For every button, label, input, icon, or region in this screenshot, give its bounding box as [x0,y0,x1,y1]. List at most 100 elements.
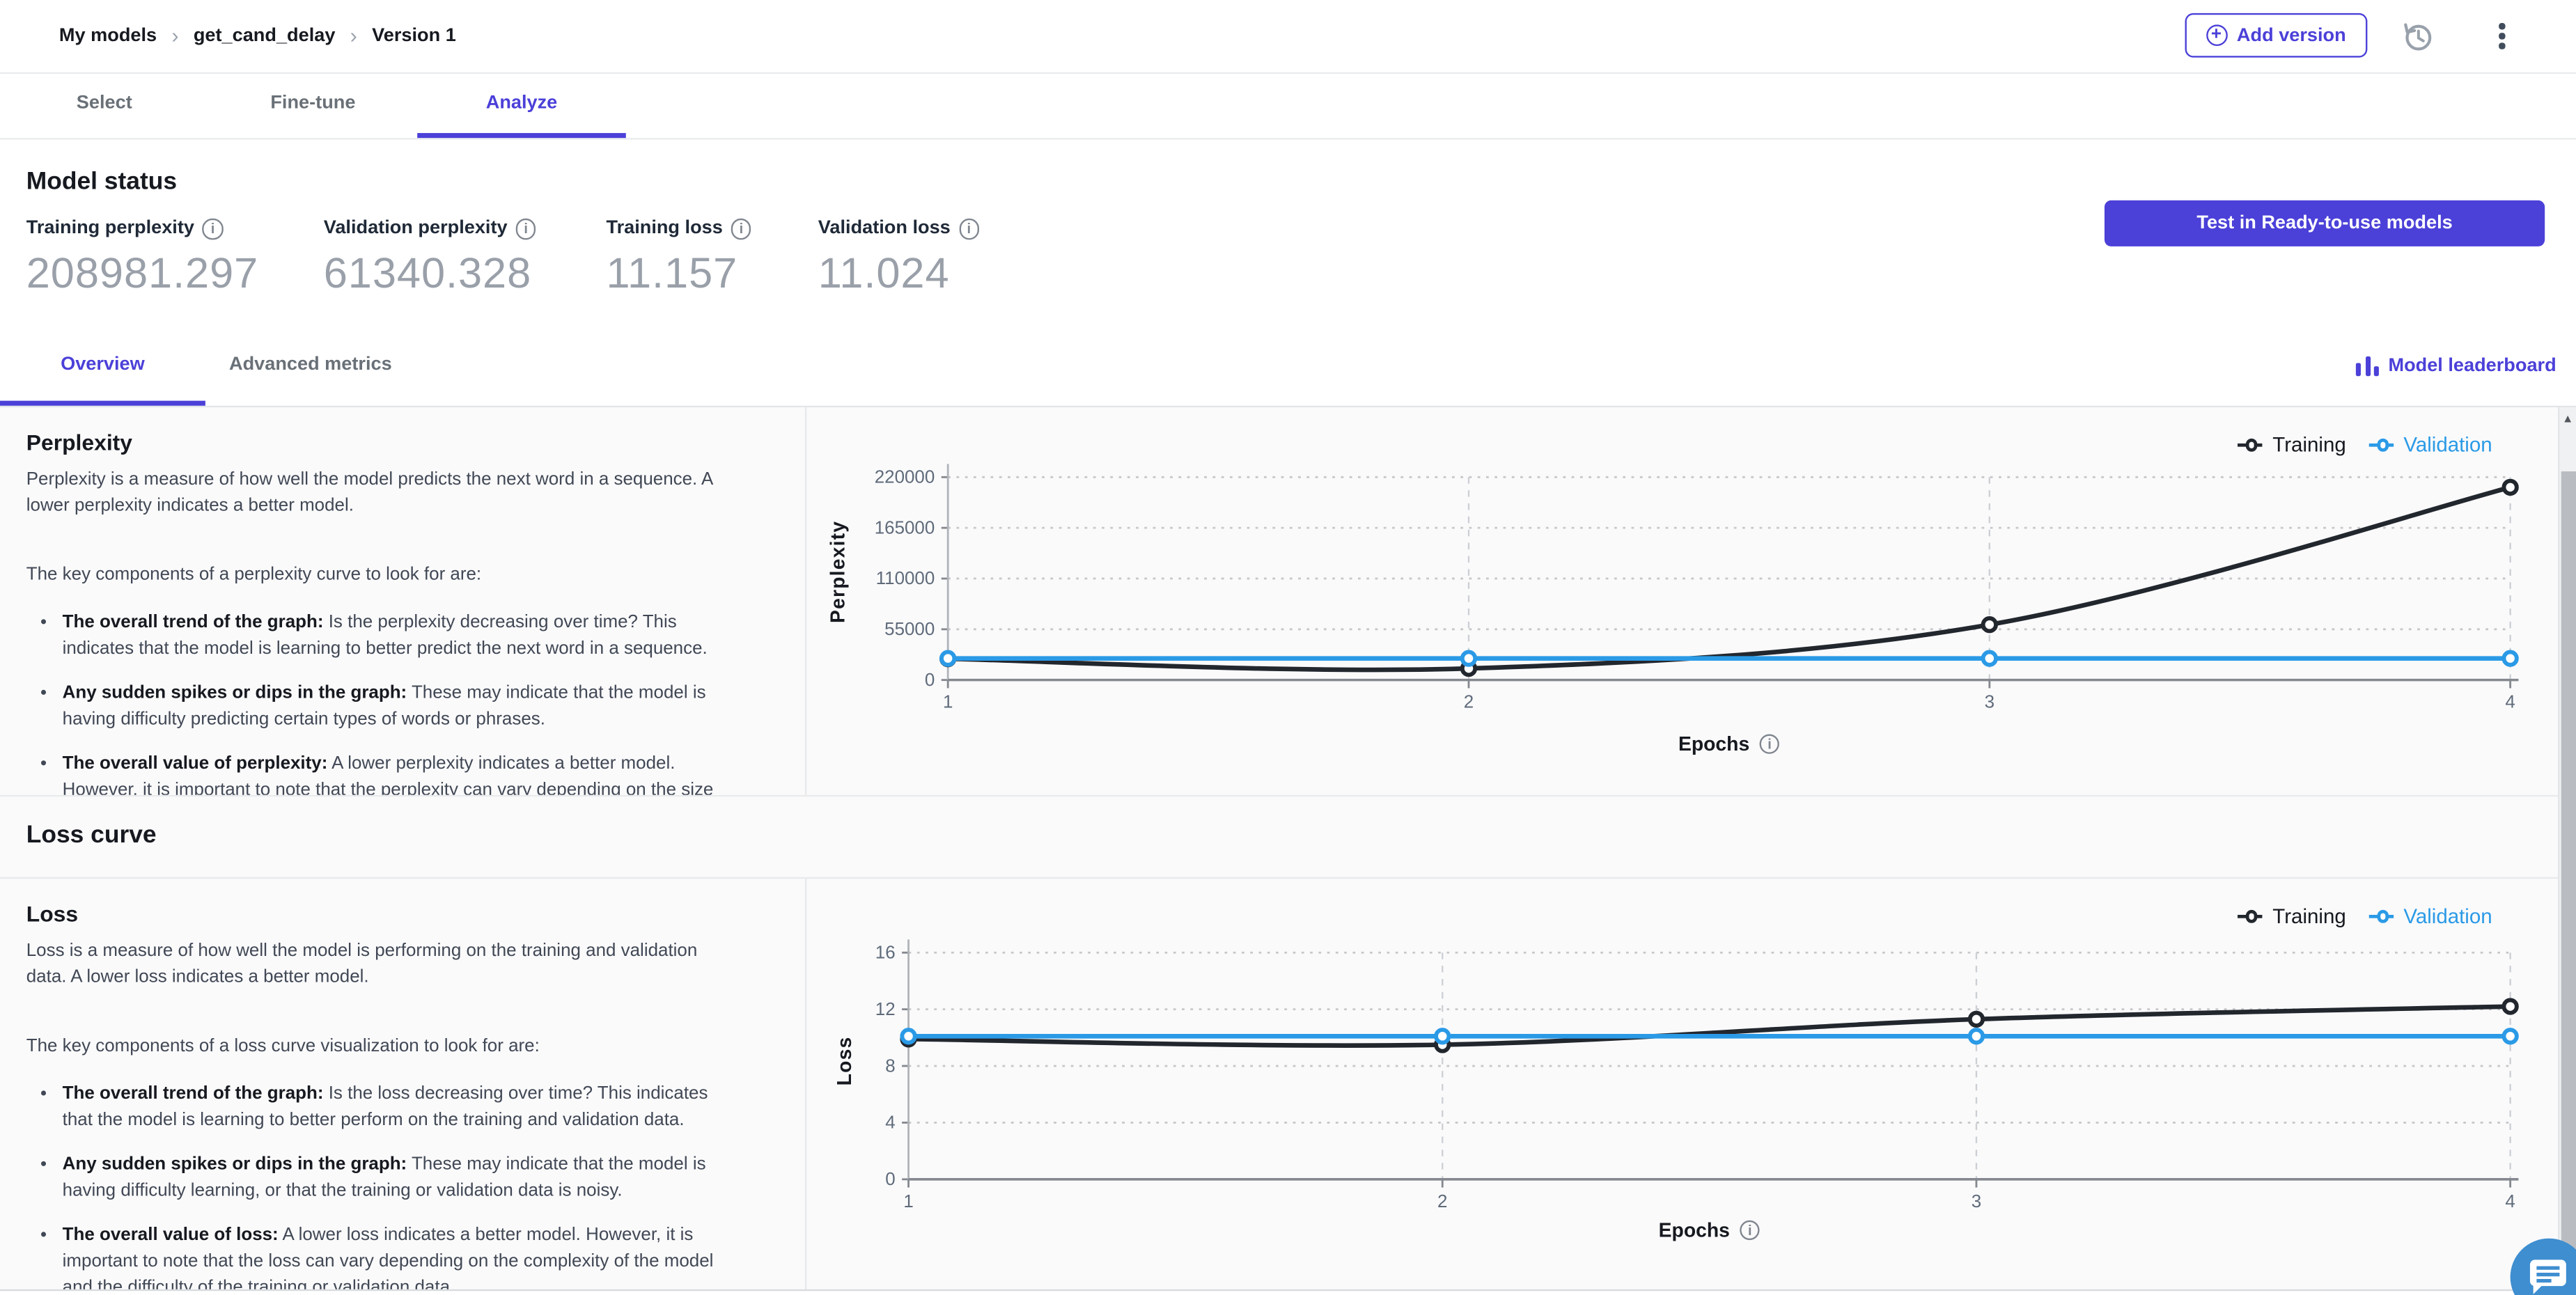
metric-validation-perplexity: Validation perplexity 61340.328 [323,218,536,298]
list-item: Any sudden spikes or dips in the graph: … [63,680,736,732]
model-leaderboard-label: Model leaderboard [2388,355,2557,376]
loss-intro: Loss is a measure of how well the model … [26,941,698,987]
x-axis-title: Epochs [948,732,2510,755]
info-icon[interactable] [731,218,752,240]
breadcrumb-model-name[interactable]: get_cand_delay [194,26,336,46]
metric-training-loss: Training loss 11.157 [606,218,752,298]
chart-legend: Training Validation [2238,905,2492,928]
svg-text:0: 0 [885,1170,895,1189]
sub-tab-bar: Overview Advanced metrics Model leaderbo… [0,328,2576,408]
line-marker-icon [2368,910,2394,922]
loss-keyline: The key components of a loss curve visua… [26,1036,540,1056]
svg-text:4: 4 [2505,1192,2515,1211]
loss-chart-pane: Training Validation 0 4 8 12 16 1 2 3 4 Loss Epo… [806,879,2558,1289]
breadcrumb-my-models[interactable]: My models [59,26,157,46]
svg-text:3: 3 [1985,693,1995,712]
svg-text:1: 1 [943,693,953,712]
perplexity-title: Perplexity [26,430,133,455]
chat-widget-button[interactable] [2510,1237,2576,1295]
bar-chart-icon [2356,355,2379,376]
legend-training[interactable]: Training [2238,434,2346,457]
breadcrumb-version: Version 1 [372,26,456,47]
svg-text:1: 1 [903,1192,913,1211]
line-marker-icon [2238,439,2263,450]
version-history-button[interactable] [2397,17,2437,56]
y-axis-title: Loss [833,1036,857,1086]
svg-text:0: 0 [925,670,935,690]
chart-legend: Training Validation [2238,434,2492,457]
legend-validation[interactable]: Validation [2368,434,2492,457]
metric-label: Training perplexity [26,219,194,239]
test-ready-to-use-button[interactable]: Test in Ready-to-use models [2104,200,2545,246]
info-icon[interactable] [1759,733,1780,755]
main-tab-bar: Select Fine-tune Analyze [0,74,2576,140]
model-leaderboard-link[interactable]: Model leaderboard [2356,329,2557,402]
plus-circle-icon: + [2206,24,2227,47]
metric-validation-loss: Validation loss 11.024 [818,218,980,298]
add-version-label: Add version [2236,25,2346,45]
page-bottom-divider [0,1289,2576,1292]
tab-analyze[interactable]: Analyze [417,74,626,139]
legend-training[interactable]: Training [2238,905,2346,928]
metric-value: 61340.328 [323,247,532,297]
scroll-up-icon[interactable]: ▲ [2559,409,2576,430]
loss-row: Loss Loss is a measure of how well the m… [0,879,2558,1289]
svg-text:2: 2 [1464,693,1474,712]
overview-content: Perplexity Perplexity is a measure of ho… [0,407,2559,1289]
svg-text:4: 4 [885,1113,895,1133]
legend-validation[interactable]: Validation [2368,905,2492,928]
chevron-right-icon: › [171,23,179,48]
perplexity-chart-pane: Training Validation 0 55000 110000 165000 22… [806,407,2558,795]
scrollbar-thumb[interactable] [2561,471,2576,1294]
loss-title: Loss [26,902,79,927]
svg-text:2: 2 [1437,1192,1447,1211]
svg-text:3: 3 [1972,1192,1981,1211]
perplexity-chart: 0 55000 110000 165000 220000 1 2 3 4 [875,464,2519,712]
chevron-right-icon: › [350,23,357,48]
info-icon[interactable] [1740,1220,1761,1241]
svg-text:8: 8 [885,1056,895,1076]
loss-curve-heading: Loss curve [26,821,157,849]
info-icon[interactable] [515,218,536,240]
kebab-menu-icon [2499,23,2505,49]
info-icon[interactable] [958,218,980,240]
tab-overview[interactable]: Overview [0,329,205,406]
metric-label: Validation loss [818,219,951,239]
svg-text:12: 12 [875,1000,896,1019]
list-item: Any sudden spikes or dips in the graph: … [63,1152,736,1204]
add-version-button[interactable]: + Add version [2184,13,2368,58]
metric-training-perplexity: Training perplexity 208981.297 [26,218,259,298]
loss-curve-section-header: Loss curve [0,794,2559,879]
perplexity-description-panel: Perplexity Perplexity is a measure of ho… [0,407,807,795]
history-icon [2403,22,2431,50]
metric-label: Validation perplexity [323,219,508,239]
x-axis-title: Epochs [909,1218,2511,1241]
perplexity-intro: Perplexity is a measure of how well the … [26,469,712,516]
perplexity-keyline: The key components of a perplexity curve… [26,565,482,585]
loss-bullet-list: The overall trend of the graph: Is the l… [26,1081,736,1289]
model-status-title: Model status [26,167,178,196]
svg-text:4: 4 [2505,693,2515,712]
list-item: The overall trend of the graph: Is the p… [63,609,736,661]
scrollbar: ▲ [2558,407,2576,1295]
model-status-section: Model status Training perplexity 208981.… [0,139,2576,329]
breadcrumb: My models › get_cand_delay › Version 1 [59,0,456,72]
svg-text:16: 16 [875,943,896,963]
more-actions-button[interactable] [2483,17,2522,56]
svg-text:110000: 110000 [876,569,935,588]
tab-fine-tune[interactable]: Fine-tune [209,74,418,138]
loss-description-panel: Loss Loss is a measure of how well the m… [0,879,807,1289]
list-item: The overall value of perplexity: A lower… [63,751,736,795]
tab-advanced-metrics[interactable]: Advanced metrics [205,329,416,406]
perplexity-row: Perplexity Perplexity is a measure of ho… [0,407,2558,795]
page-header: My models › get_cand_delay › Version 1 +… [0,0,2576,74]
svg-text:220000: 220000 [875,468,935,487]
tab-select[interactable]: Select [0,74,209,138]
info-icon[interactable] [202,218,224,240]
metric-value: 11.157 [606,247,738,297]
line-marker-icon [2368,439,2394,450]
metric-label: Training loss [606,219,723,239]
list-item: The overall trend of the graph: Is the l… [63,1081,736,1133]
app-root: My models › get_cand_delay › Version 1 +… [0,0,2576,1295]
list-item: The overall value of loss: A lower loss … [63,1222,736,1289]
